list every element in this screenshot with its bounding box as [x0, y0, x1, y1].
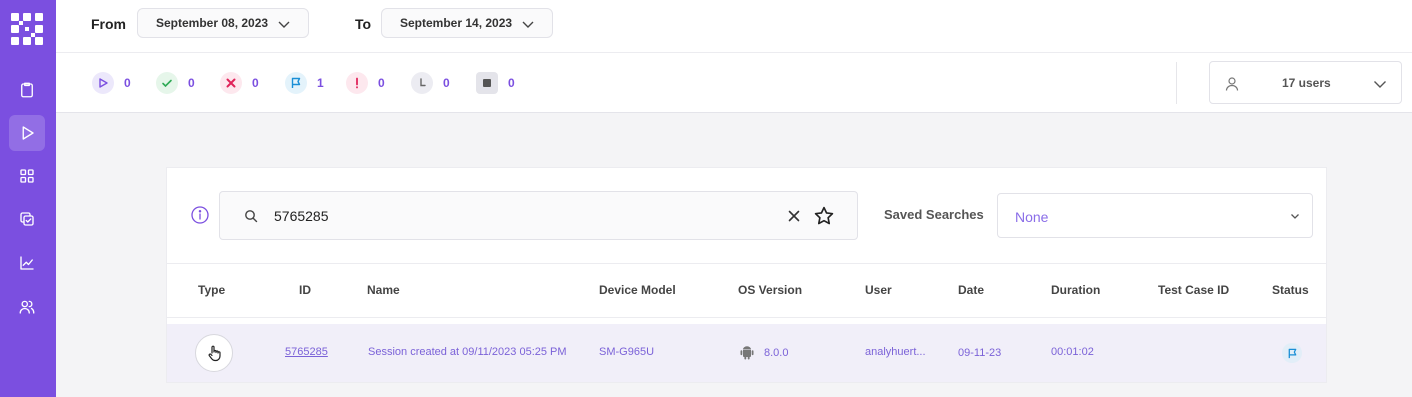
saved-searches-select[interactable]: None: [997, 193, 1313, 238]
clock-icon: [411, 72, 433, 94]
stat-count: 0: [252, 76, 259, 90]
star-icon[interactable]: [813, 205, 835, 227]
grid-logo-icon[interactable]: [11, 13, 43, 45]
column-header[interactable]: Type: [198, 283, 225, 297]
close-icon[interactable]: [786, 208, 802, 224]
stat-failed[interactable]: 0: [220, 72, 259, 94]
user-icon: [1225, 77, 1239, 91]
flag-icon: [1288, 348, 1296, 358]
saved-searches-value: None: [1015, 209, 1049, 225]
session-id-link[interactable]: 5765285: [285, 346, 328, 358]
stop-icon: [476, 72, 498, 94]
sidebar-item-apps[interactable]: [9, 158, 45, 194]
sidebar-item-users[interactable]: [9, 289, 45, 325]
table-header: Type ID Name Device Model OS Version Use…: [167, 263, 1326, 318]
stat-count: 0: [124, 76, 131, 90]
apps-grid-icon: [20, 169, 34, 183]
column-header[interactable]: Status: [1272, 283, 1309, 297]
to-label: To: [355, 16, 372, 32]
stat-flagged[interactable]: 1: [285, 72, 324, 94]
from-label: From: [91, 16, 126, 32]
stat-passed[interactable]: 0: [156, 72, 195, 94]
clipboard-icon: [21, 82, 33, 98]
status-summary-bar: 0 0 0 1 0 0 0 17 users: [56, 53, 1412, 113]
line-chart-icon: [20, 256, 34, 270]
session-type-button[interactable]: [195, 334, 233, 372]
hand-pointer-icon: [208, 345, 221, 362]
exclamation-icon: [346, 72, 368, 94]
column-header[interactable]: User: [865, 283, 892, 297]
users-filter-label: 17 users: [1282, 76, 1331, 90]
chevron-down-icon: [1291, 214, 1299, 219]
flag-icon: [285, 72, 307, 94]
x-icon: [220, 72, 242, 94]
search-input[interactable]: [274, 205, 754, 227]
android-icon: [740, 346, 754, 360]
column-header[interactable]: Name: [367, 283, 400, 297]
to-date-select[interactable]: September 14, 2023: [381, 8, 553, 38]
column-header[interactable]: Device Model: [599, 283, 676, 297]
saved-searches-label: Saved Searches: [884, 207, 984, 222]
status-badge: [1282, 343, 1302, 363]
to-date-value: September 14, 2023: [400, 16, 513, 30]
column-header[interactable]: OS Version: [738, 283, 802, 297]
session-duration: 00:01:02: [1051, 346, 1094, 358]
stat-pending[interactable]: 0: [411, 72, 450, 94]
table-row[interactable]: 5765285 Session created at 09/11/2023 05…: [167, 324, 1326, 382]
stat-count: 0: [188, 76, 195, 90]
search-icon: [245, 210, 258, 223]
info-icon[interactable]: [191, 206, 209, 224]
play-icon: [92, 72, 114, 94]
check-icon: [156, 72, 178, 94]
divider: [1176, 62, 1177, 104]
column-header[interactable]: Date: [958, 283, 984, 297]
sidebar-item-analytics[interactable]: [9, 245, 45, 281]
column-header[interactable]: Test Case ID: [1158, 283, 1229, 297]
date-range-bar: From September 08, 2023 To September 14,…: [56, 0, 1412, 53]
os-version: 8.0.0: [764, 347, 789, 359]
session-name: Session created at 09/11/2023 05:25 PM: [368, 346, 567, 358]
chevron-down-icon: [1374, 81, 1386, 88]
session-date: 09-11-23: [958, 347, 1002, 359]
sidebar-item-clipboard[interactable]: [9, 72, 45, 108]
search-box: [219, 191, 858, 240]
chevron-down-icon: [278, 21, 290, 28]
users-filter-select[interactable]: 17 users: [1209, 61, 1402, 104]
users-icon: [19, 300, 35, 314]
sidebar-item-sessions[interactable]: [9, 115, 45, 151]
stat-count: 0: [508, 76, 515, 90]
sidebar: [0, 0, 56, 397]
stat-count: 0: [378, 76, 385, 90]
column-header[interactable]: ID: [299, 283, 311, 297]
from-date-value: September 08, 2023: [156, 16, 269, 30]
stat-count: 0: [443, 76, 450, 90]
copy-check-icon: [20, 212, 34, 226]
sidebar-item-test-cases[interactable]: [9, 201, 45, 237]
column-header[interactable]: Duration: [1051, 283, 1100, 297]
user-name: analyhuert...: [865, 346, 926, 358]
chevron-down-icon: [522, 21, 534, 28]
from-date-select[interactable]: September 08, 2023: [137, 8, 309, 38]
device-model: SM-G965U: [599, 346, 655, 358]
stat-count: 1: [317, 76, 324, 90]
stat-stopped[interactable]: 0: [476, 72, 515, 94]
stat-running[interactable]: 0: [92, 72, 131, 94]
play-icon: [22, 126, 34, 140]
stat-error[interactable]: 0: [346, 72, 385, 94]
sessions-panel: Saved Searches None Type ID Name Device …: [166, 167, 1327, 383]
